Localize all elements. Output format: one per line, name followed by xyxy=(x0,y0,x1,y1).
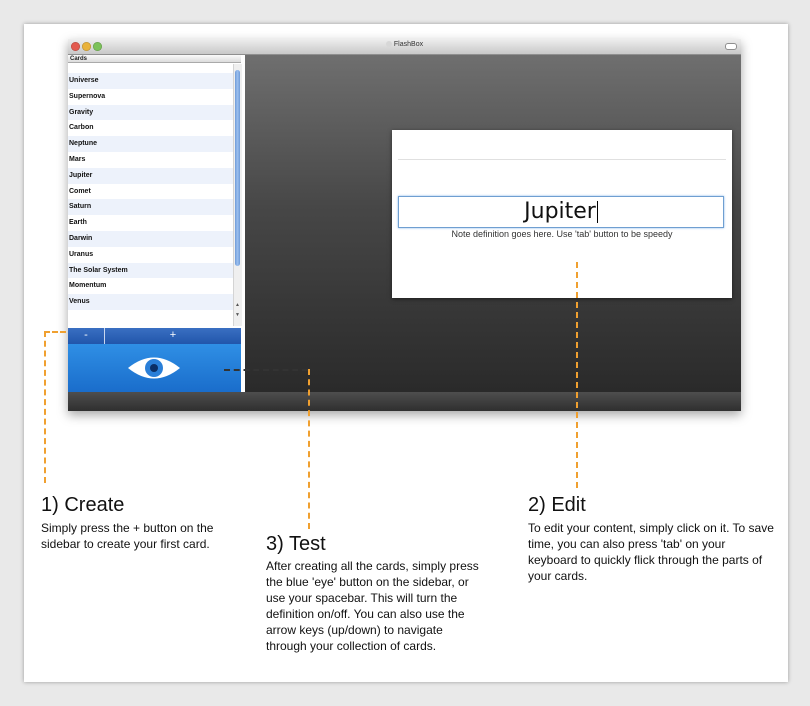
window-title: FlashBox xyxy=(393,41,424,48)
scrollbar-thumb[interactable] xyxy=(235,70,240,266)
create-connector-horizontal xyxy=(44,331,66,333)
create-connector-vertical xyxy=(44,331,46,483)
card-list-item[interactable]: Carbon xyxy=(68,120,233,136)
toolbar-toggle-button[interactable] xyxy=(725,43,737,50)
card-list-item[interactable]: Comet xyxy=(68,184,233,200)
card-list-item[interactable]: Supernova xyxy=(68,89,233,105)
test-connector-horizontal xyxy=(224,369,308,371)
card-list-item[interactable]: Uranus xyxy=(68,247,233,263)
text-caret xyxy=(596,201,598,223)
edit-heading: 2) Edit xyxy=(528,494,586,516)
card-list-item[interactable]: Saturn xyxy=(68,199,233,216)
cards-column-header[interactable]: Cards xyxy=(68,55,241,63)
create-body: Simply press the + button on the sidebar… xyxy=(41,521,214,551)
scroll-down-arrow-icon[interactable]: ▼ xyxy=(235,312,240,318)
card-list: Universe Supernova Gravity Carbon Neptun… xyxy=(68,73,233,310)
app-icon xyxy=(385,41,392,48)
remove-card-button[interactable]: - xyxy=(68,328,105,344)
bottom-bar xyxy=(68,392,741,411)
sidebar: Cards Universe Supernova Gravity Carbon … xyxy=(68,55,242,328)
test-heading: 3) Test xyxy=(266,533,326,555)
eye-panel xyxy=(68,344,241,392)
card-list-item[interactable]: Jupiter xyxy=(68,167,233,184)
card-divider xyxy=(398,159,726,160)
card-definition[interactable]: Note definition goes here. Use 'tab' but… xyxy=(392,229,732,239)
sidebar-button-bar: - + xyxy=(68,328,241,344)
card-term-field[interactable]: Jupiter xyxy=(398,196,724,228)
card-list-item[interactable]: Venus xyxy=(68,294,233,310)
card-list-item[interactable]: Mars xyxy=(68,152,233,168)
add-card-button[interactable]: + xyxy=(105,328,241,344)
card-list-item[interactable]: Momentum xyxy=(68,278,233,294)
card-list-item[interactable]: Darwin xyxy=(68,230,233,247)
card-list-item[interactable]: The Solar System xyxy=(68,262,233,279)
test-body: After creating all the cards, simply pre… xyxy=(266,559,479,653)
scroll-up-arrow-icon[interactable]: ▲ xyxy=(235,302,240,308)
card-list-item[interactable]: Earth xyxy=(68,215,233,231)
edit-connector-vertical xyxy=(576,262,578,488)
flash-card[interactable]: Jupiter Note definition goes here. Use '… xyxy=(392,130,732,298)
app-window: FlashBox Cards Universe Supernova Gravit… xyxy=(68,39,741,411)
card-term-text: Jupiter xyxy=(524,199,596,224)
sidebar-scrollbar[interactable]: ▲ ▼ xyxy=(233,64,242,326)
eye-icon[interactable] xyxy=(126,353,182,383)
window-title-wrap: FlashBox xyxy=(68,41,741,48)
edit-body: To edit your content, simply click on it… xyxy=(528,521,774,583)
card-list-item[interactable]: Neptune xyxy=(68,136,233,152)
create-heading: 1) Create xyxy=(41,494,125,516)
card-list-item[interactable]: Gravity xyxy=(68,104,233,121)
title-bar: FlashBox xyxy=(68,39,741,55)
card-list-item[interactable]: Universe xyxy=(68,73,233,89)
test-connector-vertical xyxy=(308,369,310,529)
card-stage: Jupiter Note definition goes here. Use '… xyxy=(245,55,741,392)
